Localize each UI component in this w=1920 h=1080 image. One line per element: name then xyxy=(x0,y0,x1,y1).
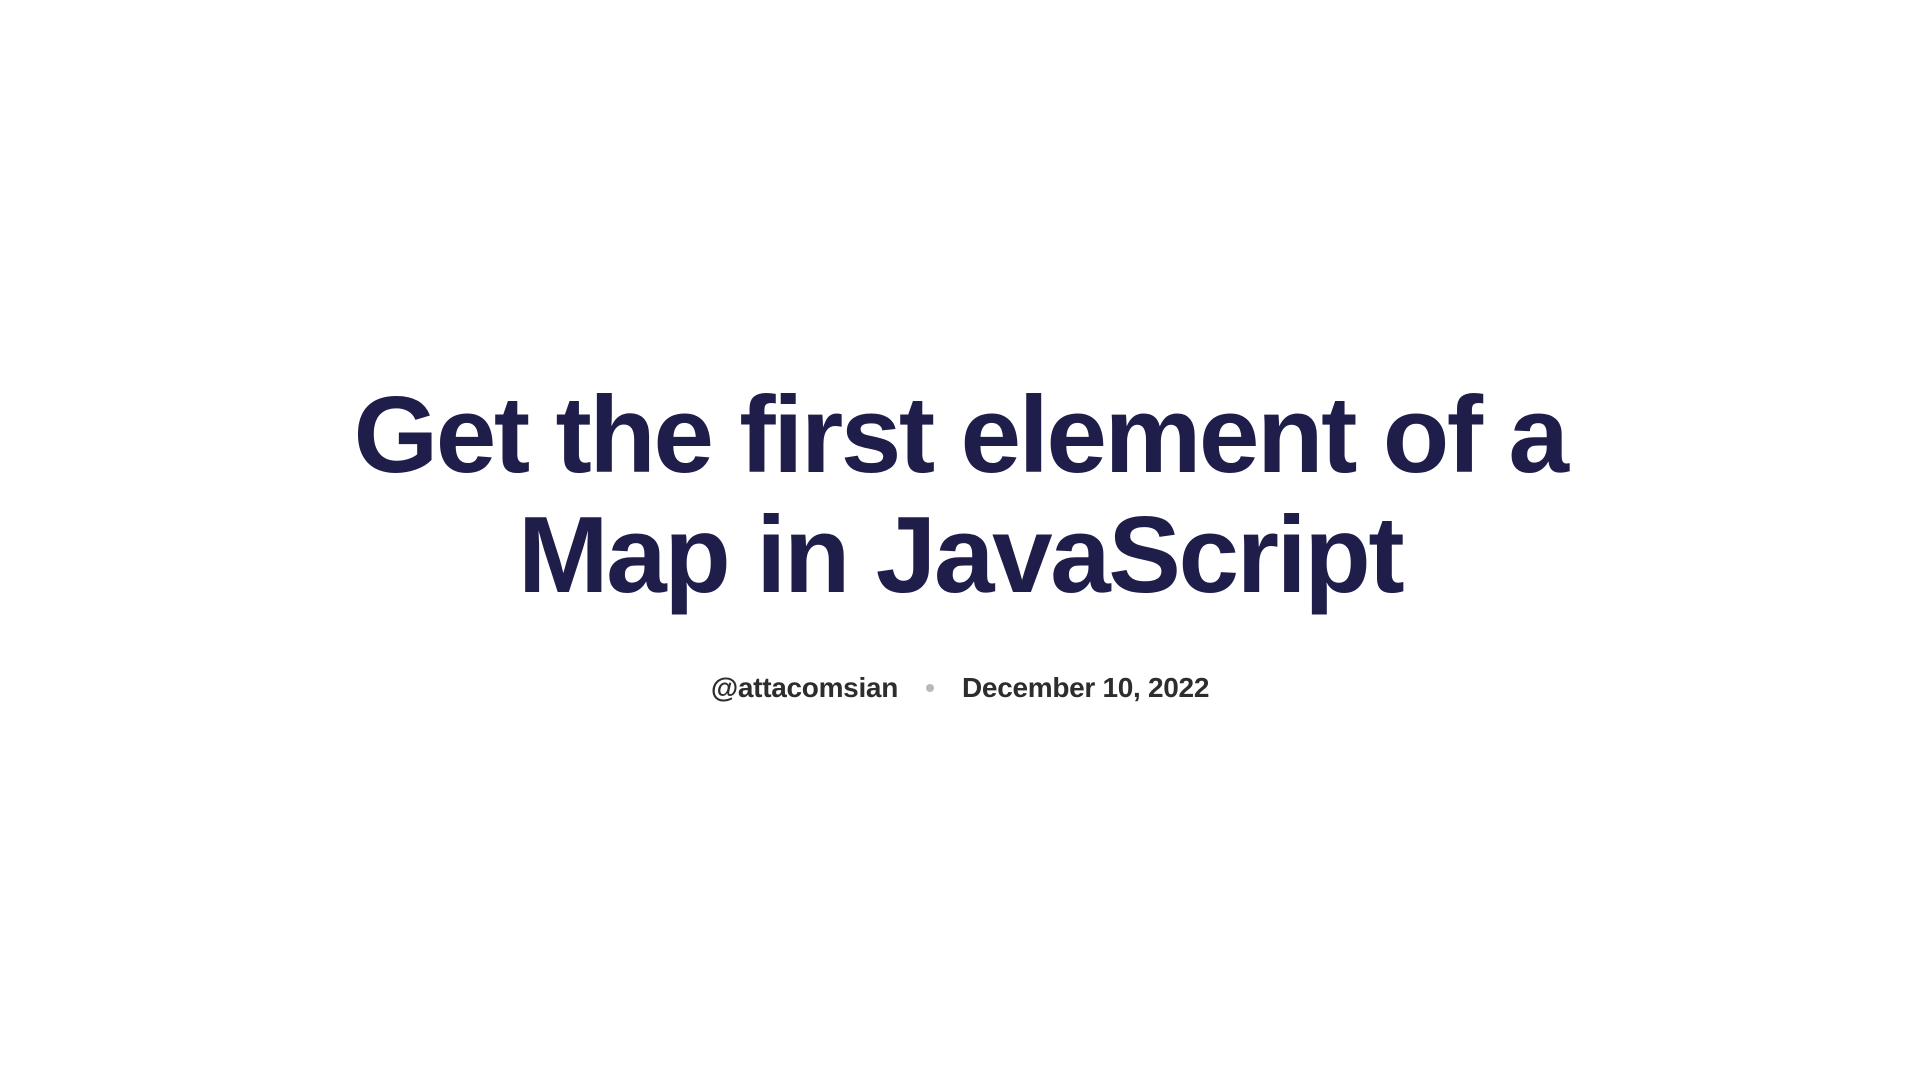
article-header: Get the first element of a Map in JavaSc… xyxy=(310,376,1610,704)
publish-date: December 10, 2022 xyxy=(962,672,1209,704)
article-title: Get the first element of a Map in JavaSc… xyxy=(350,376,1570,616)
dot-separator-icon xyxy=(926,684,934,692)
article-meta: @attacomsian December 10, 2022 xyxy=(350,672,1570,704)
author-handle[interactable]: @attacomsian xyxy=(711,672,898,704)
